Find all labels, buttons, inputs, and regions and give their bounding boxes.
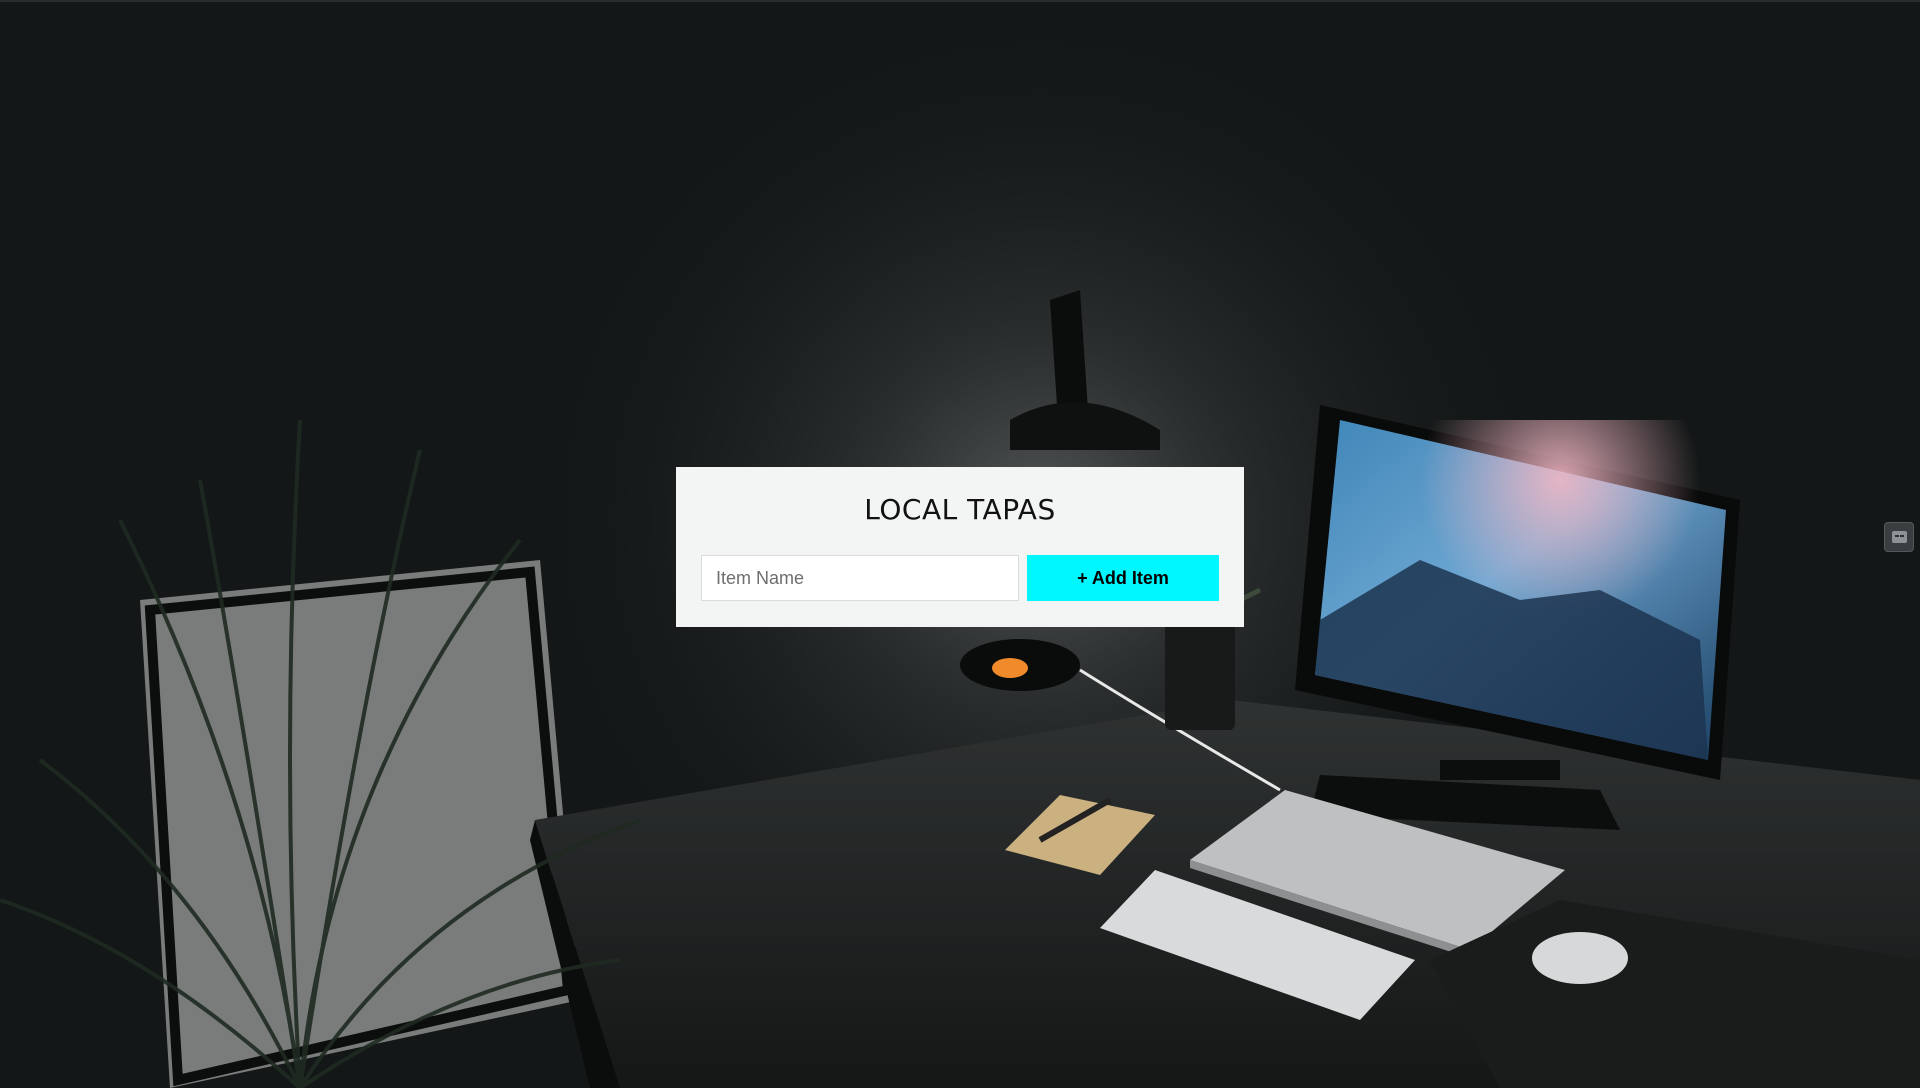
page-title: LOCAL TAPAS	[864, 493, 1056, 526]
chat-widget-icon	[1892, 531, 1907, 543]
chat-widget-button[interactable]	[1884, 522, 1914, 552]
add-item-button[interactable]: + Add Item	[1027, 555, 1219, 601]
top-border	[0, 0, 1920, 2]
item-name-input[interactable]	[701, 555, 1019, 601]
page: LOCAL TAPAS + Add Item	[0, 0, 1920, 1088]
add-item-card: LOCAL TAPAS + Add Item	[676, 467, 1244, 627]
